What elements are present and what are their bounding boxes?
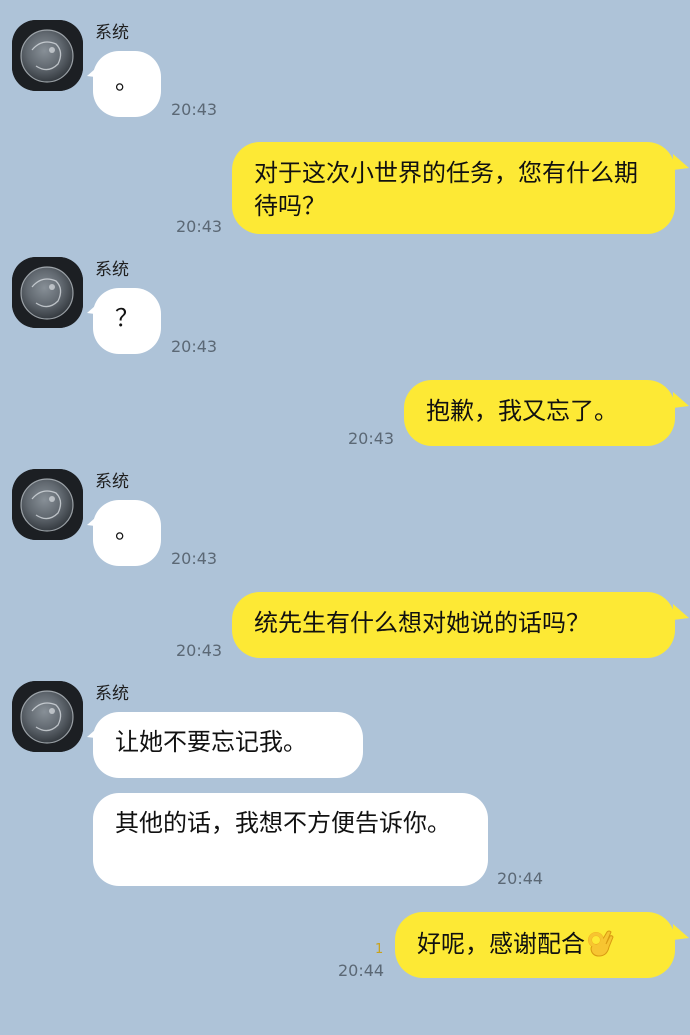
- bubble-tail: [673, 604, 689, 620]
- bubble-tail: [673, 392, 689, 408]
- message-text: 统先生有什么想对她说的话吗？: [254, 609, 590, 637]
- message-text: 让她不要忘记我。: [115, 728, 307, 756]
- message-timestamp: 20:43: [171, 100, 218, 119]
- sender-name: 系统: [95, 23, 129, 43]
- message-bubble-outgoing[interactable]: 对于这次小世界的任务，您有什么期待吗？: [232, 142, 675, 234]
- message-bubble-incoming[interactable]: 其他的话，我想不方便告诉你。: [93, 793, 488, 886]
- message-timestamp: 20:43: [348, 429, 395, 448]
- message-timestamp: 20:43: [171, 549, 218, 568]
- ok-hand-icon: [585, 927, 617, 959]
- sender-name: 系统: [95, 472, 129, 492]
- message-timestamp: 20:43: [171, 337, 218, 356]
- message-bubble-outgoing[interactable]: 好呢，感谢配合: [395, 912, 675, 978]
- message-text: 对于这次小世界的任务，您有什么期待吗？: [254, 159, 638, 220]
- message-timestamp: 20:44: [497, 869, 544, 888]
- message-timestamp: 20:43: [176, 641, 223, 660]
- message-text: ？: [115, 304, 139, 332]
- bubble-tail: [673, 924, 689, 940]
- message-bubble-incoming[interactable]: 。: [93, 500, 161, 566]
- sender-name: 系统: [95, 260, 129, 280]
- message-timestamp: 20:43: [176, 217, 223, 236]
- message-timestamp: 20:44: [338, 961, 385, 980]
- message-text: 其他的话，我想不方便告诉你。: [115, 809, 451, 837]
- system-avatar[interactable]: [12, 257, 83, 328]
- message-text: 抱歉，我又忘了。: [426, 397, 618, 425]
- system-avatar[interactable]: [12, 681, 83, 752]
- message-bubble-incoming[interactable]: 。: [93, 51, 161, 117]
- sender-name: 系统: [95, 684, 129, 704]
- system-avatar[interactable]: [12, 20, 83, 91]
- message-bubble-outgoing[interactable]: 抱歉，我又忘了。: [404, 380, 675, 446]
- read-count: 1: [375, 942, 384, 957]
- message-bubble-outgoing[interactable]: 统先生有什么想对她说的话吗？: [232, 592, 675, 658]
- message-text: 好呢，感谢配合: [417, 930, 585, 958]
- message-text: 。: [115, 67, 139, 95]
- message-bubble-incoming[interactable]: 让她不要忘记我。: [93, 712, 363, 778]
- message-text: 。: [115, 516, 139, 544]
- message-bubble-incoming[interactable]: ？: [93, 288, 161, 354]
- bubble-tail: [673, 154, 689, 170]
- system-avatar[interactable]: [12, 469, 83, 540]
